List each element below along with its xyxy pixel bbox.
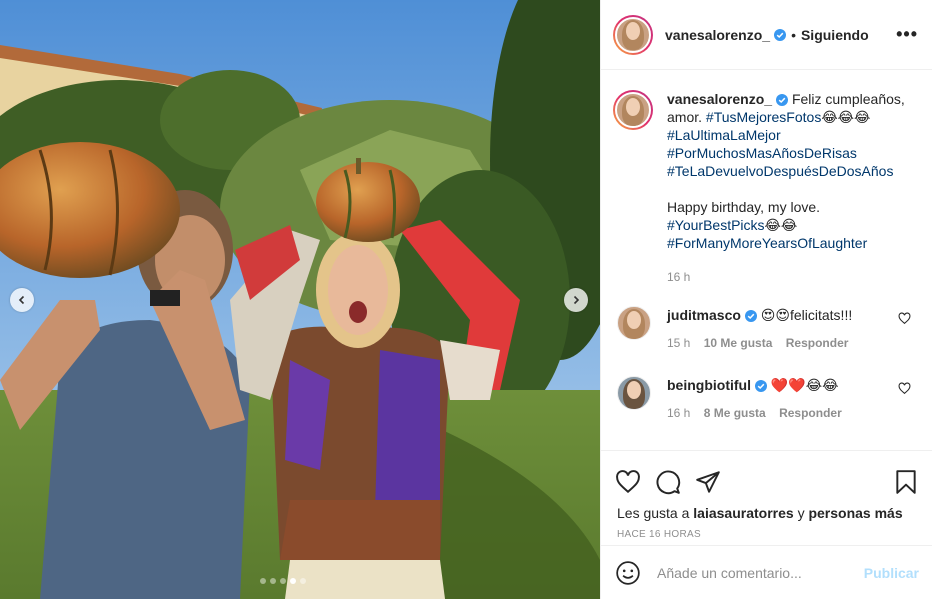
comment-icon[interactable] <box>655 469 681 495</box>
reply-button[interactable]: Responder <box>779 406 842 420</box>
hashtag-link[interactable]: #TusMejoresFotos <box>706 109 821 125</box>
comment-input[interactable] <box>657 564 864 581</box>
caption-avatar[interactable] <box>613 90 653 130</box>
comment-item: juditmasco 😍😍felicitats!!! 15 h 10 Me gu… <box>617 306 917 352</box>
chevron-right-icon <box>573 295 580 305</box>
likes-summary: Les gusta a laiasauratorres y personas m… <box>601 505 932 521</box>
reply-button[interactable]: Responder <box>786 336 849 350</box>
bookmark-icon[interactable] <box>893 469 919 495</box>
verified-icon <box>774 28 787 41</box>
verified-icon <box>754 380 767 392</box>
chevron-left-icon <box>18 295 25 305</box>
post-timestamp[interactable]: HACE 16 HORAS <box>601 529 932 540</box>
following-button[interactable]: Siguiendo <box>801 27 869 43</box>
commenter-username[interactable]: juditmasco <box>667 307 741 323</box>
photo-illustration <box>0 0 600 599</box>
likes-others-link[interactable]: personas más <box>808 505 902 521</box>
heart-icon[interactable] <box>898 312 911 325</box>
commenter-username[interactable]: beingbiotiful <box>667 377 751 393</box>
comment-text: 😍😍felicitats!!! <box>760 307 853 323</box>
hashtag-link[interactable]: #TeLaDevuelvoDespuésDeDosAños <box>667 163 893 179</box>
comment-time[interactable]: 16 h <box>667 406 690 420</box>
carousel-dot <box>300 578 306 584</box>
publish-button[interactable]: Publicar <box>864 565 919 581</box>
post-header: vanesalorenzo_ • Siguiendo ••• <box>601 0 932 70</box>
caption-emoji: 😂😂😂 <box>821 109 871 125</box>
caption-text: vanesalorenzo_ Feliz cumpleaños, amor. #… <box>667 90 923 252</box>
heart-icon[interactable] <box>898 382 911 395</box>
share-icon[interactable] <box>695 469 721 495</box>
carousel-dot <box>260 578 266 584</box>
hashtag-link[interactable]: #ForManyMoreYearsOfLaughter <box>667 235 867 251</box>
more-options-button[interactable]: ••• <box>896 24 918 45</box>
next-slide-button[interactable] <box>564 288 588 312</box>
hashtag-link[interactable]: #YourBestPicks <box>667 217 765 233</box>
caption-emoji: 😂😂 <box>764 217 798 233</box>
carousel-dot <box>280 578 286 584</box>
author-username[interactable]: vanesalorenzo_ <box>665 27 770 43</box>
comment-text: ❤️❤️😂😂 <box>770 377 839 393</box>
heart-icon[interactable] <box>615 469 641 495</box>
post-side-panel: vanesalorenzo_ • Siguiendo ••• vanesalor… <box>600 0 932 599</box>
hashtag-link[interactable]: #LaUltimaLaMejor <box>667 127 781 143</box>
comment-time[interactable]: 15 h <box>667 336 690 350</box>
caption-timestamp[interactable]: 16 h <box>667 270 690 284</box>
hashtag-link[interactable]: #PorMuchosMasAñosDeRisas <box>667 145 857 161</box>
caption: vanesalorenzo_ Feliz cumpleaños, amor. #… <box>613 90 923 252</box>
header-separator: • <box>791 26 796 43</box>
commenter-avatar[interactable] <box>617 306 651 340</box>
author-avatar[interactable] <box>613 14 653 55</box>
likes-prefix: Les gusta a <box>617 505 694 521</box>
liked-by-user[interactable]: laiasauratorres <box>693 505 793 521</box>
post-photo[interactable] <box>0 0 600 599</box>
comment-form: Publicar <box>601 545 932 599</box>
likes-mid: y <box>793 505 809 521</box>
comment-item: beingbiotiful ❤️❤️😂😂 16 h 8 Me gusta Res… <box>617 376 917 422</box>
carousel-dot-active <box>290 578 296 584</box>
verified-icon <box>776 94 789 106</box>
comment-likes[interactable]: 10 Me gusta <box>704 336 773 350</box>
caption-username[interactable]: vanesalorenzo_ <box>667 91 772 107</box>
caption-line: Happy birthday, my love. <box>667 199 821 215</box>
carousel-indicator <box>260 578 306 584</box>
carousel-dot <box>270 578 276 584</box>
emoji-icon[interactable] <box>615 560 641 586</box>
commenter-avatar[interactable] <box>617 376 651 410</box>
comment-likes[interactable]: 8 Me gusta <box>704 406 766 420</box>
verified-icon <box>744 310 757 322</box>
post-actions: Les gusta a laiasauratorres y personas m… <box>601 450 932 540</box>
previous-slide-button[interactable] <box>10 288 34 312</box>
